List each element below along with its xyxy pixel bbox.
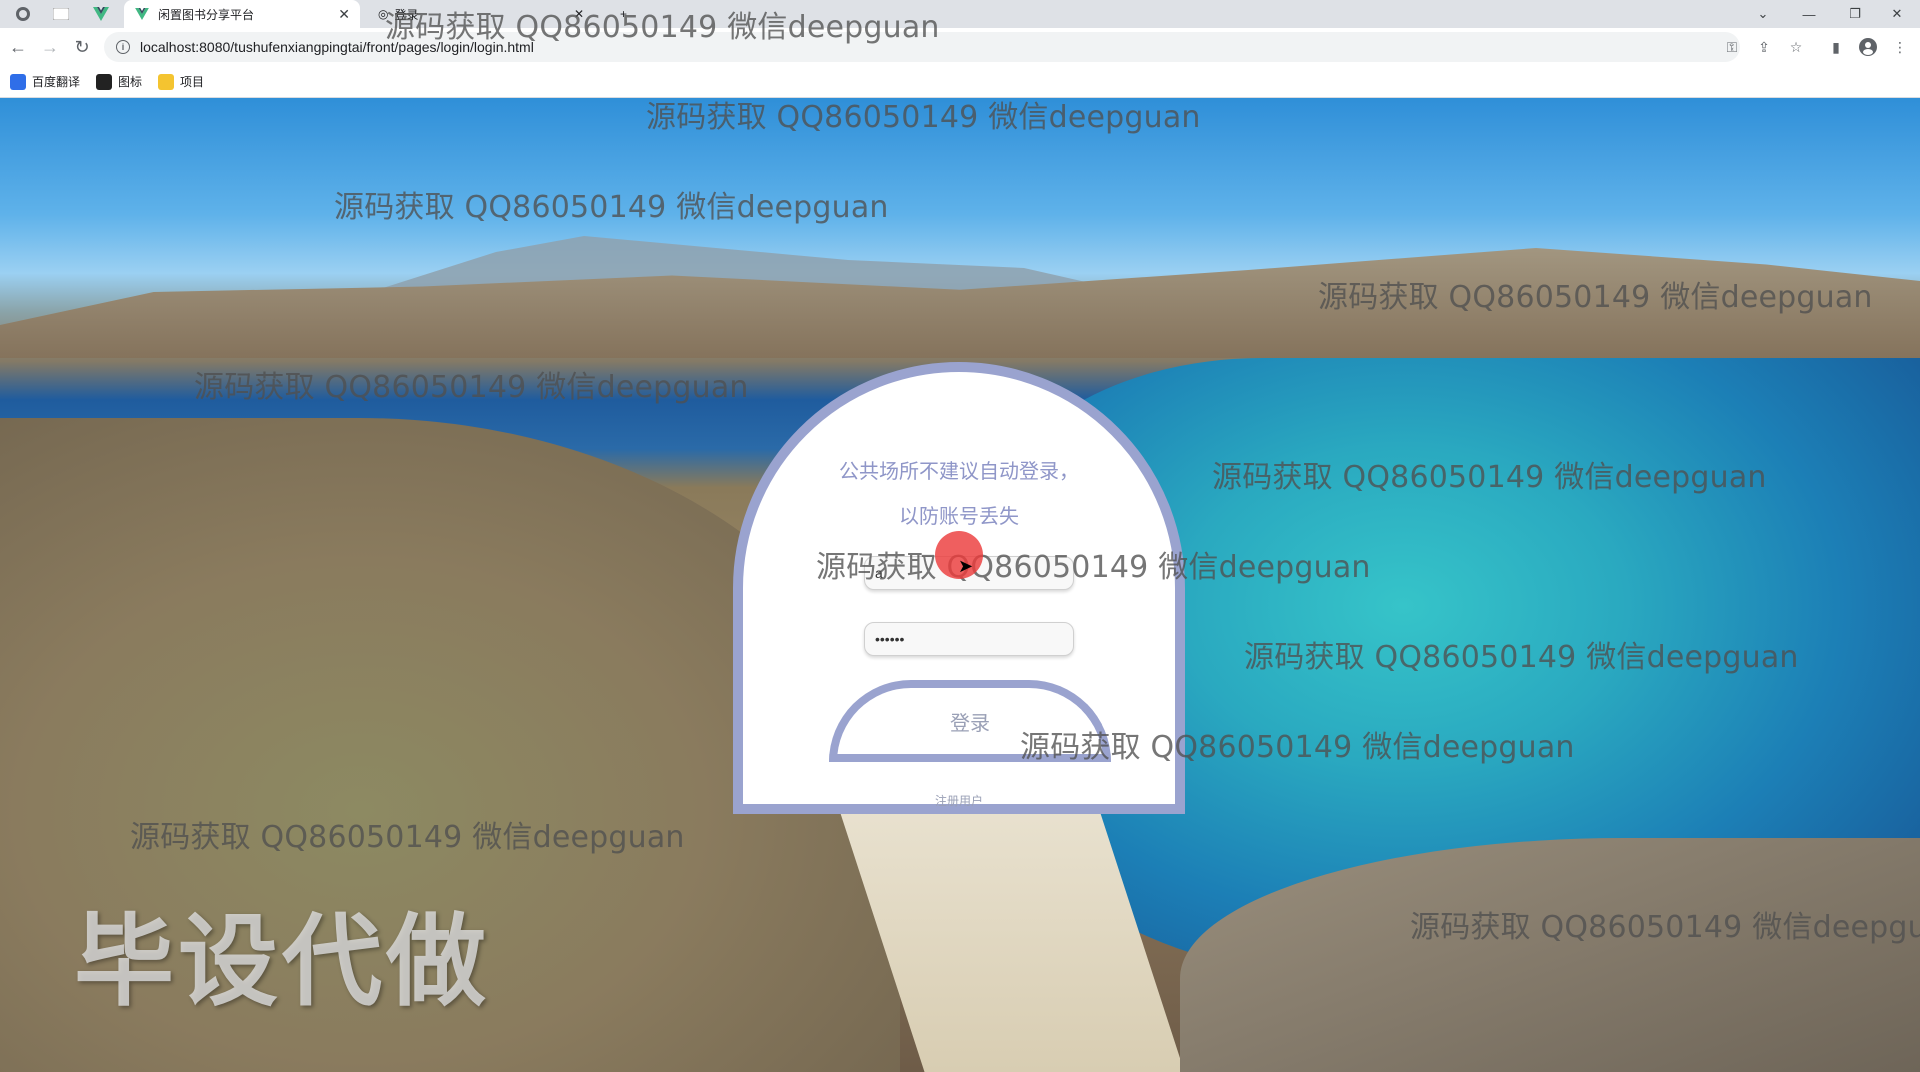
mouse-cursor-icon: ➤: [958, 556, 974, 576]
watermark: 源码获取 QQ86050149 微信deepguan: [385, 10, 940, 45]
password-value: ••••••: [875, 631, 905, 647]
star-icon[interactable]: ☆: [1786, 37, 1806, 57]
folder-icon: [158, 73, 175, 90]
vue-icon: [134, 6, 150, 22]
watermark: 源码获取 QQ86050149 微信deepguan: [816, 550, 1371, 585]
tab-search-icon[interactable]: [10, 2, 36, 26]
bookmark-label: 百度翻译: [32, 75, 81, 89]
info-icon[interactable]: i: [116, 40, 130, 54]
password-input[interactable]: ••••••: [864, 622, 1074, 656]
translate-icon: [10, 73, 26, 90]
watermark: 源码获取 QQ86050149 微信deepguan: [1212, 460, 1767, 495]
browser-toolbar: ← → ↻ i localhost:8080/tushufenxiangping…: [0, 28, 1920, 66]
bookmark-translate[interactable]: 百度翻译: [10, 73, 80, 90]
register-link[interactable]: 注册用户: [743, 792, 1175, 809]
watermark: 源码获取 QQ86050149 微信deepguan: [334, 190, 889, 225]
autologin-hint: 公共场所不建议自动登录，以防账号丢失: [839, 461, 1079, 528]
menu-icon[interactable]: ⋮: [1890, 37, 1910, 57]
sidepanel-icon[interactable]: ▮: [1826, 37, 1846, 57]
watermark: 源码获取 QQ86050149 微信deepguan: [646, 100, 1201, 135]
bookmark-label: 项目: [180, 75, 205, 89]
reload-icon[interactable]: ↻: [70, 35, 94, 59]
watermark: 源码获取 QQ86050149 微信deepguan: [1410, 910, 1920, 945]
watermark: 源码获取 QQ86050149 微信deepguan: [1020, 730, 1575, 765]
bookmark-projects[interactable]: 项目: [158, 73, 204, 90]
vue-tab-icon[interactable]: [88, 2, 114, 26]
key-icon[interactable]: ⚿: [1722, 37, 1742, 57]
back-icon[interactable]: ←: [6, 35, 30, 59]
close-tab-icon[interactable]: ✕: [338, 6, 350, 23]
promo-badge: 毕设代做: [74, 903, 490, 1020]
image-icon: [96, 73, 113, 90]
forward-icon[interactable]: →: [38, 35, 62, 59]
minimize-icon[interactable]: —: [1786, 0, 1832, 28]
bookmark-icons[interactable]: 图标: [96, 73, 142, 90]
tab-list-icon[interactable]: ⌄: [1740, 0, 1786, 28]
watermark: 源码获取 QQ86050149 微信deepguan: [1244, 640, 1799, 675]
share-icon[interactable]: ⇪: [1754, 37, 1774, 57]
restore-icon[interactable]: ❐: [1832, 0, 1878, 28]
bookmark-label: 图标: [118, 75, 143, 89]
profile-icon[interactable]: [1858, 37, 1878, 57]
login-button-label: 登录: [950, 712, 990, 735]
watermark: 源码获取 QQ86050149 微信deepguan: [130, 820, 685, 855]
close-window-icon[interactable]: ✕: [1874, 0, 1920, 28]
tab-title: 闲置图书分享平台: [158, 7, 255, 22]
blank-tab-icon[interactable]: [48, 2, 74, 26]
tab-bar: 闲置图书分享平台 ✕ ◎ 登录 ✕ + ⌄ — ❐ ✕: [0, 0, 1920, 28]
watermark: 源码获取 QQ86050149 微信deepguan: [194, 370, 749, 405]
tab-active[interactable]: 闲置图书分享平台 ✕: [124, 0, 360, 28]
watermark: 源码获取 QQ86050149 微信deepguan: [1318, 280, 1873, 315]
